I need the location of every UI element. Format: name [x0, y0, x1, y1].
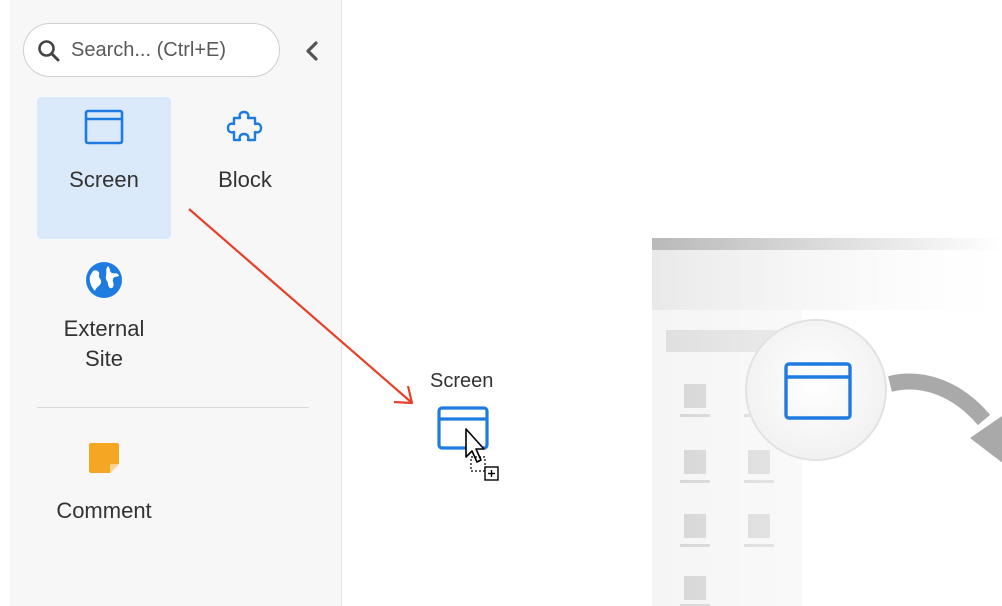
toolbox-sidebar: Screen Block External Site Comment	[10, 0, 342, 606]
screen-icon	[84, 109, 124, 145]
search-input[interactable]	[71, 36, 271, 64]
label-line-2: Site	[85, 346, 123, 371]
toolbox-item-block[interactable]: Block	[178, 97, 312, 239]
section-divider	[37, 407, 309, 408]
label-line-1: External	[63, 316, 145, 341]
chevron-left-icon	[306, 41, 318, 61]
search-icon	[38, 40, 60, 62]
toolbox-item-external-site[interactable]: External Site	[37, 248, 171, 390]
toolbox-item-screen[interactable]: Screen	[37, 97, 171, 239]
drag-preview-label: Screen	[430, 370, 494, 392]
toolbox-item-label: Screen	[69, 167, 139, 192]
drag-preview-screen-icon	[437, 406, 499, 481]
app-preview-illustration	[652, 238, 1002, 606]
toolbox-item-label: External Site	[37, 314, 171, 374]
toolbox-item-comment[interactable]: Comment	[37, 428, 171, 570]
left-edge	[0, 0, 10, 606]
sticky-note-icon	[89, 443, 119, 473]
globe-icon	[86, 262, 122, 298]
puzzle-icon	[226, 110, 263, 142]
toolbox-item-label: Block	[218, 167, 272, 192]
search-box[interactable]	[23, 23, 280, 77]
collapse-sidebar-button[interactable]	[302, 40, 322, 62]
toolbox-item-label: Comment	[56, 498, 152, 523]
